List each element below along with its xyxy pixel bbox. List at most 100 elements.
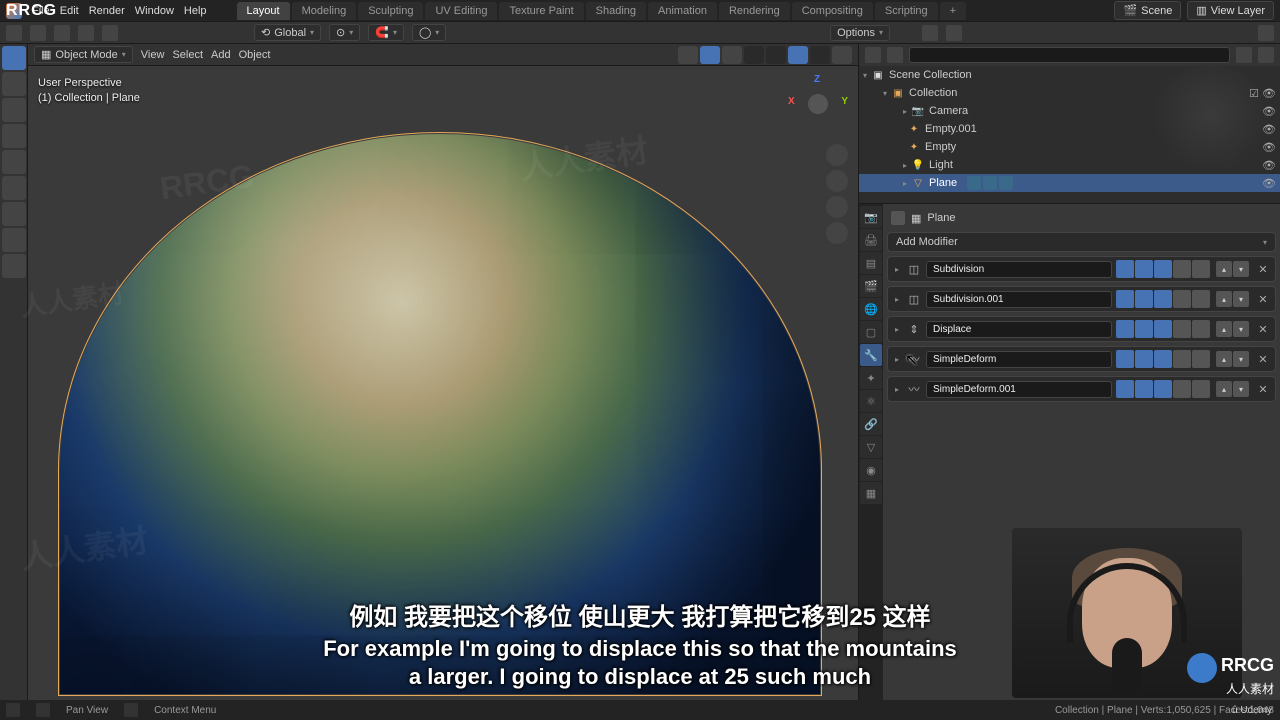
tool-annotate[interactable] (2, 202, 26, 226)
3d-viewport[interactable]: ▦Object Mode▾ View Select Add Object Use… (0, 44, 858, 700)
menu-render[interactable]: Render (89, 5, 125, 17)
ptab-world[interactable]: 🌐 (860, 298, 882, 320)
v-menu-object[interactable]: Object (239, 49, 271, 61)
tab-sculpting[interactable]: Sculpting (358, 2, 423, 20)
new-collection-icon[interactable] (1258, 47, 1274, 63)
filter-icon[interactable] (1258, 25, 1274, 41)
tool-cursor[interactable] (2, 72, 26, 96)
modifier-simpledeform001[interactable]: ▸〰 SimpleDeform.001 ▴▾ ✕ (887, 376, 1276, 402)
status-context: Context Menu (154, 705, 216, 716)
shading-solid-icon[interactable] (766, 46, 786, 64)
tool-measure[interactable] (2, 228, 26, 252)
orientation-dropdown[interactable]: ⟲Global▾ (254, 24, 321, 41)
ptab-material[interactable]: ◉ (860, 459, 882, 481)
outliner-item-plane[interactable]: ▸▽Plane 👁 (859, 174, 1280, 192)
mouse-icon (124, 703, 138, 717)
zoom-icon[interactable] (826, 144, 848, 166)
snap-dropdown[interactable]: 🧲▾ (368, 24, 404, 41)
tab-texturepaint[interactable]: Texture Paint (499, 2, 583, 20)
tab-uvediting[interactable]: UV Editing (425, 2, 497, 20)
axis-z-icon[interactable]: Z (814, 74, 820, 85)
scene-chip[interactable]: 🎬Scene (1114, 1, 1181, 20)
tab-shading[interactable]: Shading (586, 2, 646, 20)
tab-scripting[interactable]: Scripting (875, 2, 938, 20)
ptab-particles[interactable]: ✦ (860, 367, 882, 389)
menu-window[interactable]: Window (135, 5, 174, 17)
display-mode-icon[interactable] (946, 25, 962, 41)
pan-icon[interactable] (826, 170, 848, 192)
close-icon[interactable]: ✕ (1255, 291, 1271, 307)
tab-layout[interactable]: Layout (237, 2, 290, 20)
options-dropdown[interactable]: Options▾ (830, 25, 890, 41)
overlay-toggle-icon[interactable] (700, 46, 720, 64)
shading-wire-icon[interactable] (744, 46, 764, 64)
tab-animation[interactable]: Animation (648, 2, 717, 20)
xray-toggle-icon[interactable] (722, 46, 742, 64)
mode-dropdown[interactable]: ▦Object Mode▾ (34, 46, 133, 63)
pin-icon[interactable] (891, 211, 905, 225)
display-mode-icon[interactable] (887, 47, 903, 63)
shading-rendered-icon[interactable] (810, 46, 830, 64)
tool-move[interactable] (2, 98, 26, 122)
axis-x-icon[interactable]: X (788, 96, 795, 107)
tool-icon[interactable] (78, 25, 94, 41)
tool-transform[interactable] (2, 176, 26, 200)
tab-rendering[interactable]: Rendering (719, 2, 790, 20)
ptab-viewlayer[interactable]: ▤ (860, 252, 882, 274)
camera-icon[interactable] (826, 196, 848, 218)
editor-type-icon[interactable] (865, 47, 881, 63)
modifier-simpledeform[interactable]: ▸〰 SimpleDeform ▴▾ ✕ (887, 346, 1276, 372)
ptab-texture[interactable]: ▦ (860, 482, 882, 504)
ptab-constraints[interactable]: 🔗 (860, 413, 882, 435)
viewlayer-chip[interactable]: ▥View Layer (1187, 1, 1274, 20)
ptab-modifiers[interactable]: 🔧 (860, 344, 882, 366)
perspective-icon[interactable] (826, 222, 848, 244)
axis-y-icon[interactable]: Y (841, 96, 848, 107)
outliner-search[interactable] (909, 47, 1230, 63)
modifier-subdivision001[interactable]: ▸◫ Subdivision.001 ▴▾ ✕ (887, 286, 1276, 312)
proportional-dropdown[interactable]: ◯▾ (412, 24, 446, 41)
tool-icon[interactable] (54, 25, 70, 41)
pivot-dropdown[interactable]: ⊙▾ (329, 24, 360, 41)
close-icon[interactable]: ✕ (1255, 261, 1271, 277)
outliner-scene-collection[interactable]: ▾▣Scene Collection (859, 66, 1280, 84)
shading-material-icon[interactable] (788, 46, 808, 64)
tab-compositing[interactable]: Compositing (792, 2, 873, 20)
tab-modeling[interactable]: Modeling (292, 2, 357, 20)
ptab-data[interactable]: ▽ (860, 436, 882, 458)
shading-dropdown-icon[interactable] (832, 46, 852, 64)
v-menu-view[interactable]: View (141, 49, 165, 61)
v-menu-add[interactable]: Add (211, 49, 231, 61)
tool-icon[interactable] (102, 25, 118, 41)
gizmo-toggle-icon[interactable] (678, 46, 698, 64)
outliner-item-camera[interactable]: ▸📷Camera👁 (859, 102, 1280, 120)
tool-icon[interactable] (6, 25, 22, 41)
close-icon[interactable]: ✕ (1255, 351, 1271, 367)
modifier-displace[interactable]: ▸⇕ Displace ▴▾ ✕ (887, 316, 1276, 342)
nav-gizmo[interactable]: Z Y X (788, 74, 848, 134)
ptab-scene[interactable]: 🎬 (860, 275, 882, 297)
outliner-item-empty[interactable]: ✦Empty👁 (859, 138, 1280, 156)
outliner-collection[interactable]: ▾▣Collection ☑ 👁 (859, 84, 1280, 102)
ptab-physics[interactable]: ⚛ (860, 390, 882, 412)
tool-rotate[interactable] (2, 124, 26, 148)
menu-help[interactable]: Help (184, 5, 207, 17)
tool-scale[interactable] (2, 150, 26, 174)
ptab-object[interactable]: ▢ (860, 321, 882, 343)
menu-edit[interactable]: Edit (60, 5, 79, 17)
outliner-item-light[interactable]: ▸💡Light👁 (859, 156, 1280, 174)
tool-select-box[interactable] (2, 46, 26, 70)
tool-addcube[interactable] (2, 254, 26, 278)
tool-icon[interactable] (30, 25, 46, 41)
close-icon[interactable]: ✕ (1255, 321, 1271, 337)
filter-icon[interactable] (1236, 47, 1252, 63)
ptab-output[interactable]: 🖨 (860, 229, 882, 251)
ptab-render[interactable]: 📷 (860, 206, 882, 228)
modifier-subdivision[interactable]: ▸◫ Subdivision ▴▾ ✕ (887, 256, 1276, 282)
close-icon[interactable]: ✕ (1255, 381, 1271, 397)
tab-add[interactable]: + (940, 2, 966, 20)
editor-type-icon[interactable] (922, 25, 938, 41)
add-modifier-dropdown[interactable]: Add Modifier▾ (887, 232, 1276, 252)
v-menu-select[interactable]: Select (172, 49, 203, 61)
outliner-item-empty001[interactable]: ✦Empty.001👁 (859, 120, 1280, 138)
